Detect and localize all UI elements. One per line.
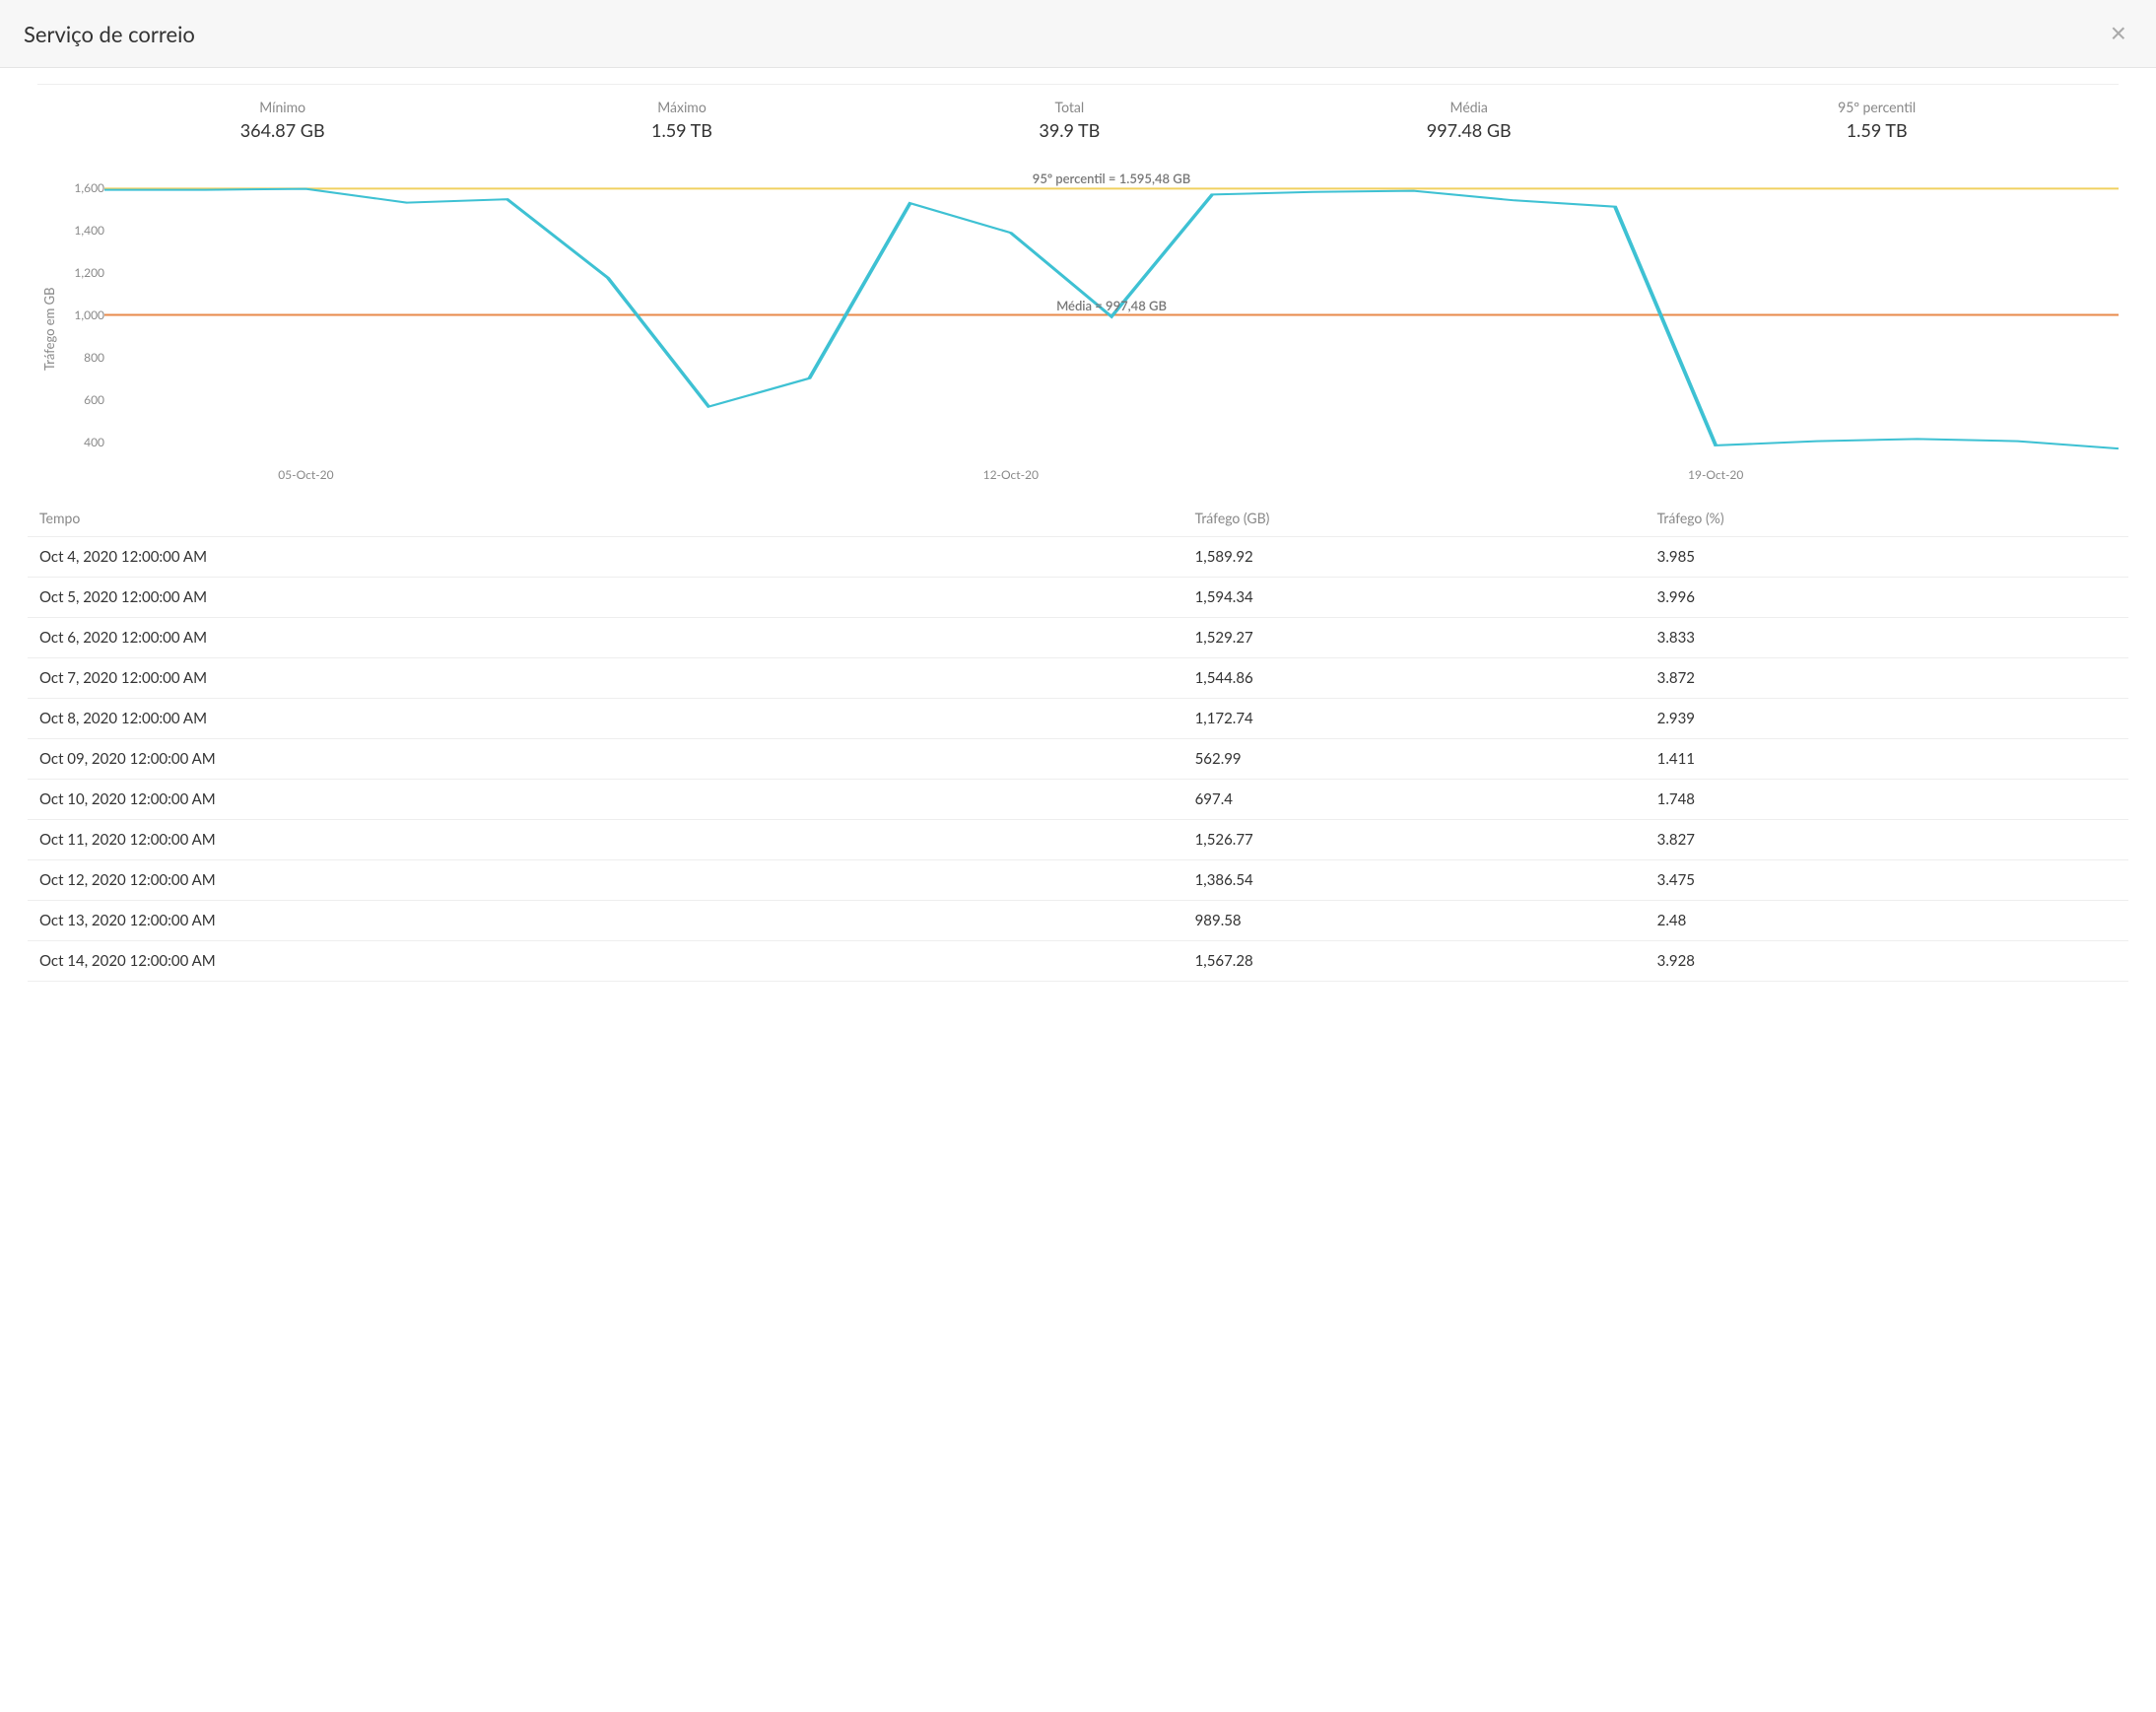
cell-time: Oct 7, 2020 12:00:00 AM [28, 658, 1183, 699]
cell-gb: 1,594.34 [1183, 578, 1646, 618]
stats-summary-row: Mínimo 364.87 GB Máximo 1.59 TB Total 39… [37, 84, 2119, 149]
cell-time: Oct 10, 2020 12:00:00 AM [28, 780, 1183, 820]
cell-time: Oct 6, 2020 12:00:00 AM [28, 618, 1183, 658]
stat-label: Média [1427, 99, 1512, 115]
cell-pct: 3.985 [1646, 537, 2128, 578]
cell-time: Oct 12, 2020 12:00:00 AM [28, 860, 1183, 901]
cell-gb: 1,386.54 [1183, 860, 1646, 901]
chart-svg [104, 167, 2119, 462]
y-axis-ticks: 1,600 1,400 1,200 1,000 800 600 400 [61, 167, 104, 462]
stat-label: Máximo [651, 99, 712, 115]
cell-gb: 1,589.92 [1183, 537, 1646, 578]
modal-header: Serviço de correio × [0, 0, 2156, 68]
line-chart[interactable]: 95º percentil = 1.595,48 GB Média = 997,… [104, 167, 2119, 462]
cell-gb: 697.4 [1183, 780, 1646, 820]
stat-value: 997.48 GB [1427, 119, 1512, 141]
table-row: Oct 14, 2020 12:00:00 AM1,567.283.928 [28, 941, 2128, 982]
stat-max: Máximo 1.59 TB [651, 99, 712, 141]
plot-wrap: 95º percentil = 1.595,48 GB Média = 997,… [104, 167, 2119, 492]
stat-value: 1.59 TB [651, 119, 712, 141]
modal-content: Mínimo 364.87 GB Máximo 1.59 TB Total 39… [0, 68, 2156, 982]
close-button[interactable]: × [2105, 20, 2132, 47]
table-row: Oct 11, 2020 12:00:00 AM1,526.773.827 [28, 820, 2128, 860]
stat-label: Mínimo [240, 99, 325, 115]
y-tick: 1,600 [74, 180, 104, 195]
col-traffic-gb: Tráfego (GB) [1183, 500, 1646, 537]
stat-min: Mínimo 364.87 GB [240, 99, 325, 141]
x-tick: 12-Oct-20 [983, 467, 1039, 482]
cell-pct: 1.748 [1646, 780, 2128, 820]
cell-time: Oct 4, 2020 12:00:00 AM [28, 537, 1183, 578]
table-row: Oct 4, 2020 12:00:00 AM1,589.923.985 [28, 537, 2128, 578]
x-tick: 19-Oct-20 [1688, 467, 1743, 482]
cell-time: Oct 09, 2020 12:00:00 AM [28, 739, 1183, 780]
cell-pct: 3.833 [1646, 618, 2128, 658]
col-traffic-pct: Tráfego (%) [1646, 500, 2128, 537]
cell-gb: 1,172.74 [1183, 699, 1646, 739]
stat-label: Total [1039, 99, 1100, 115]
stat-total: Total 39.9 TB [1039, 99, 1100, 141]
cell-pct: 3.475 [1646, 860, 2128, 901]
table-row: Oct 6, 2020 12:00:00 AM1,529.273.833 [28, 618, 2128, 658]
cell-gb: 1,526.77 [1183, 820, 1646, 860]
stat-label: 95º percentil [1838, 99, 1916, 115]
table-row: Oct 10, 2020 12:00:00 AM697.41.748 [28, 780, 2128, 820]
stat-mean: Média 997.48 GB [1427, 99, 1512, 141]
y-axis-label: Tráfego em GB [37, 167, 61, 492]
cell-gb: 562.99 [1183, 739, 1646, 780]
stat-percentile: 95º percentil 1.59 TB [1838, 99, 1916, 141]
cell-gb: 989.58 [1183, 901, 1646, 941]
cell-pct: 2.939 [1646, 699, 2128, 739]
y-tick: 800 [84, 350, 104, 365]
cell-time: Oct 11, 2020 12:00:00 AM [28, 820, 1183, 860]
table-row: Oct 09, 2020 12:00:00 AM562.991.411 [28, 739, 2128, 780]
stat-value: 364.87 GB [240, 119, 325, 141]
x-axis-ticks: 05-Oct-20 12-Oct-20 19-Oct-20 [104, 462, 2119, 486]
table-row: Oct 12, 2020 12:00:00 AM1,386.543.475 [28, 860, 2128, 901]
modal-title: Serviço de correio [24, 21, 195, 47]
y-tick: 1,200 [74, 265, 104, 280]
cell-pct: 1.411 [1646, 739, 2128, 780]
series-line [104, 189, 2119, 449]
cell-gb: 1,529.27 [1183, 618, 1646, 658]
cell-pct: 3.928 [1646, 941, 2128, 982]
col-time: Tempo [28, 500, 1183, 537]
cell-pct: 3.996 [1646, 578, 2128, 618]
cell-gb: 1,567.28 [1183, 941, 1646, 982]
y-tick: 600 [84, 392, 104, 407]
y-tick: 400 [84, 435, 104, 449]
y-tick: 1,400 [74, 223, 104, 238]
x-tick: 05-Oct-20 [278, 467, 333, 482]
mean-label: Média = 997,48 GB [1056, 298, 1167, 313]
chart-area: Tráfego em GB 1,600 1,400 1,200 1,000 800 600… [37, 167, 2119, 492]
table-row: Oct 5, 2020 12:00:00 AM1,594.343.996 [28, 578, 2128, 618]
cell-time: Oct 5, 2020 12:00:00 AM [28, 578, 1183, 618]
table-row: Oct 13, 2020 12:00:00 AM989.582.48 [28, 901, 2128, 941]
stat-value: 1.59 TB [1838, 119, 1916, 141]
cell-time: Oct 13, 2020 12:00:00 AM [28, 901, 1183, 941]
cell-pct: 3.872 [1646, 658, 2128, 699]
modal-dialog: Serviço de correio × Mínimo 364.87 GB Má… [0, 0, 2156, 982]
close-icon: × [2111, 18, 2126, 48]
table-header-row: Tempo Tráfego (GB) Tráfego (%) [28, 500, 2128, 537]
traffic-table: Tempo Tráfego (GB) Tráfego (%) Oct 4, 20… [28, 500, 2128, 982]
cell-pct: 3.827 [1646, 820, 2128, 860]
table-row: Oct 8, 2020 12:00:00 AM1,172.742.939 [28, 699, 2128, 739]
table-row: Oct 7, 2020 12:00:00 AM1,544.863.872 [28, 658, 2128, 699]
cell-gb: 1,544.86 [1183, 658, 1646, 699]
percentile-label: 95º percentil = 1.595,48 GB [1033, 171, 1190, 186]
y-tick: 1,000 [74, 308, 104, 322]
cell-pct: 2.48 [1646, 901, 2128, 941]
cell-time: Oct 8, 2020 12:00:00 AM [28, 699, 1183, 739]
stat-value: 39.9 TB [1039, 119, 1100, 141]
cell-time: Oct 14, 2020 12:00:00 AM [28, 941, 1183, 982]
